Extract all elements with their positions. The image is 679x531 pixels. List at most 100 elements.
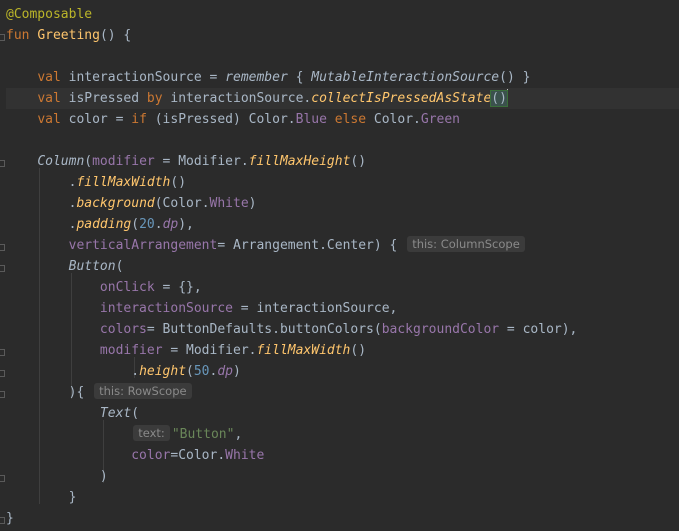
code-text: () (350, 343, 367, 358)
code-line-9[interactable]: .fillMaxWidth() (6, 172, 679, 193)
fold-marker-greeting[interactable] (0, 34, 5, 41)
named-argument-token: color (131, 448, 171, 463)
code-line-10[interactable]: .background(Color.White) (6, 193, 679, 214)
code-line-5[interactable]: val isPressed by interactionSource.colle… (6, 88, 679, 109)
code-text: Color. (366, 112, 421, 127)
code-line-6[interactable]: val color = if (isPressed) Color.Blue el… (6, 109, 679, 130)
code-line-25[interactable]: } (6, 508, 679, 529)
inlay-hint: text: (133, 425, 170, 441)
function-call-token: fillMaxHeight (248, 154, 351, 169)
function-name-token: Greeting (37, 28, 100, 43)
function-call-token: fillMaxWidth (256, 343, 351, 358)
code-text: ) (99, 469, 108, 484)
property-token: White (225, 448, 265, 463)
keyword-token: by (146, 91, 163, 106)
code-text: ), (178, 217, 194, 232)
code-line-16[interactable]: colors= ButtonDefaults.buttonColors(back… (6, 319, 679, 340)
code-text: interactionSource = (60, 70, 226, 85)
named-argument-token: verticalArrangement (68, 238, 218, 253)
code-text: } (68, 490, 77, 505)
code-line-12[interactable]: verticalArrangement= Arrangement.Center)… (6, 235, 679, 256)
code-text: (Color. (154, 196, 210, 211)
number-token: 20 (139, 217, 155, 232)
fold-marker-row-lambda[interactable] (0, 391, 5, 398)
property-token: dp (162, 217, 179, 232)
code-text: () (350, 154, 367, 169)
property-token: dp (217, 364, 233, 379)
keyword-token: fun (6, 28, 30, 43)
fold-marker-column-lambda[interactable] (0, 244, 5, 251)
property-token: Blue (295, 112, 327, 127)
code-text: ) (248, 196, 257, 211)
named-argument-token: modifier (92, 154, 155, 169)
function-call-token: padding (76, 217, 132, 232)
function-call-token: background (76, 196, 155, 211)
code-line-4[interactable]: val interactionSource = remember { Mutab… (6, 67, 679, 88)
code-line-18[interactable]: .height(50.dp) (6, 361, 679, 382)
function-call-token: Column (37, 154, 85, 169)
property-token: Green (420, 112, 461, 127)
code-line-2[interactable]: fun Greeting() { (6, 25, 679, 46)
fold-marker-modifier-end[interactable] (0, 370, 5, 377)
keyword-token: if (131, 112, 147, 127)
code-text: . (154, 217, 163, 232)
matched-brackets: () (490, 90, 508, 107)
fold-marker-button[interactable] (0, 265, 5, 272)
text-caret (506, 89, 508, 105)
fold-marker-column[interactable] (0, 160, 5, 167)
code-text: ( (84, 154, 93, 169)
code-text: ) (233, 364, 241, 379)
code-text: =Color. (170, 448, 226, 463)
function-call-token: remember (225, 70, 288, 85)
keyword-token: val (37, 70, 61, 85)
code-text: = ButtonDefaults.buttonColors( (146, 322, 382, 337)
named-argument-token: modifier (99, 343, 163, 358)
keyword-token: else (326, 112, 367, 127)
code-line-15[interactable]: interactionSource = interactionSource, (6, 298, 679, 319)
function-call-token: fillMaxWidth (76, 175, 171, 190)
property-token: White (209, 196, 249, 211)
code-line-14[interactable]: onClick = {}, (6, 277, 679, 298)
fold-marker-text-end[interactable] (0, 475, 5, 482)
code-text: = Arrangement.Center) { (217, 238, 406, 253)
code-line-20[interactable]: Text( (6, 403, 679, 424)
code-text: , (234, 427, 243, 442)
code-line-1[interactable]: @Composable (6, 4, 679, 25)
code-line-22[interactable]: color=Color.White (6, 445, 679, 466)
code-line-23[interactable]: ) (6, 466, 679, 487)
code-text: () (170, 175, 187, 190)
fold-marker-modifier[interactable] (0, 349, 5, 356)
code-editor[interactable]: @Composable fun Greeting() { val interac… (0, 0, 679, 531)
fold-marker-greeting-end[interactable] (0, 517, 5, 524)
code-text: ( (131, 406, 140, 421)
inlay-hint: this: ColumnScope (407, 236, 525, 252)
string-token: "Button" (171, 427, 235, 442)
function-call-token: Text (99, 406, 132, 421)
code-line-24[interactable]: } (6, 487, 679, 508)
code-line-19[interactable]: ){ this: RowScope (6, 382, 679, 403)
code-line-11[interactable]: .padding(20.dp), (6, 214, 679, 235)
code-text: = interactionSource, (232, 301, 398, 316)
code-text: = Modifier. (154, 154, 249, 169)
function-call-token: collectIsPressedAsState (311, 91, 492, 106)
code-line-21[interactable]: text: "Button", (6, 424, 679, 445)
named-argument-token: interactionSource (99, 301, 233, 316)
code-text: ( (115, 259, 124, 274)
code-line-13[interactable]: Button( (6, 256, 679, 277)
named-argument-token: colors (99, 322, 147, 337)
annotation-token: @Composable (6, 7, 93, 22)
code-text: } (6, 511, 14, 526)
code-text: = {}, (154, 280, 202, 295)
code-text: = color), (499, 322, 578, 337)
code-text: (isPressed) Color. (146, 112, 296, 127)
code-text: = Modifier. (162, 343, 257, 358)
code-text: ( (131, 217, 140, 232)
inlay-hint: this: RowScope (94, 383, 192, 399)
code-line-17[interactable]: modifier = Modifier.fillMaxWidth() (6, 340, 679, 361)
code-text: color = (60, 112, 132, 127)
code-line-8[interactable]: Column(modifier = Modifier.fillMaxHeight… (6, 151, 679, 172)
keyword-token: val (37, 112, 61, 127)
named-argument-token: backgroundColor (381, 322, 500, 337)
code-text: ( (186, 364, 194, 379)
function-call-token: height (139, 364, 187, 379)
